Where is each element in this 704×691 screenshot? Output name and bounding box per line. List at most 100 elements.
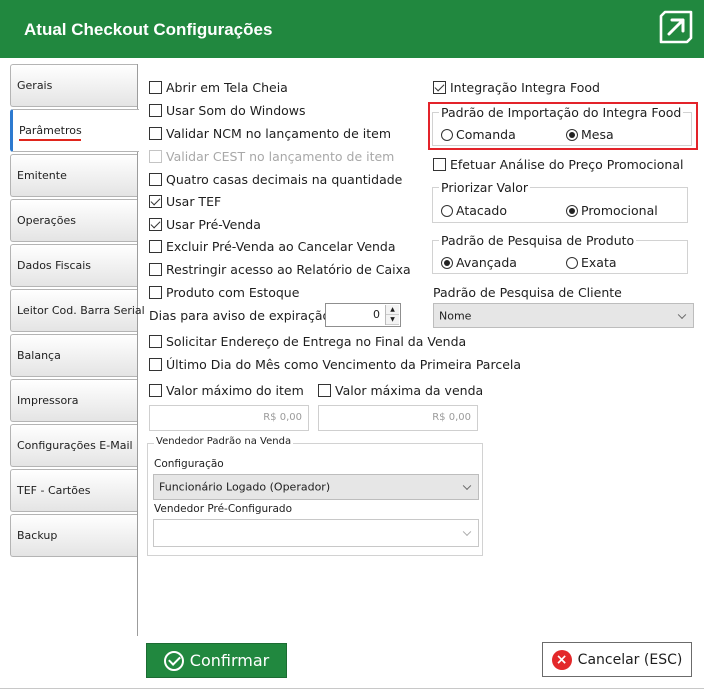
usar-prevenda-checkbox[interactable]: Usar Pré-Venda (149, 217, 261, 232)
ultimo-dia-checkbox[interactable]: Último Dia do Mês como Vencimento da Pri… (149, 357, 521, 372)
spinner-up-icon[interactable]: ▲ (386, 305, 399, 315)
confirm-button[interactable]: Confirmar (146, 643, 287, 678)
group-legend: Vendedor Padrão na Venda (154, 436, 294, 447)
exata-radio[interactable]: Exata (566, 255, 617, 270)
checkbox-box[interactable] (149, 240, 162, 253)
checkbox-label: Validar CEST no lançamento de item (166, 149, 395, 164)
checkbox-label: Usar TEF (166, 194, 222, 209)
active-tab-underline (19, 139, 81, 141)
group-legend: Priorizar Valor (439, 180, 531, 195)
checkbox-label: Produto com Estoque (166, 285, 300, 300)
tela-cheia-checkbox[interactable]: Abrir em Tela Cheia (149, 80, 288, 95)
configuracao-label: Configuração (154, 458, 224, 470)
tab-label: Leitor Cod. Barra Serial (17, 304, 145, 317)
radio-label: Promocional (581, 203, 658, 218)
pesquisa-cliente-select[interactable]: Nome (433, 303, 694, 328)
radio-circle[interactable] (441, 128, 453, 141)
atacado-radio[interactable]: Atacado (441, 203, 507, 218)
checkbox-box[interactable] (433, 81, 446, 94)
spinner-buttons: ▲ ▼ (385, 305, 399, 325)
cancel-button[interactable]: × Cancelar (ESC) (542, 642, 692, 677)
tab-impressora[interactable]: Impressora (10, 379, 137, 422)
radio-label: Comanda (456, 127, 516, 142)
pesquisa-cliente-label: Padrão de Pesquisa de Cliente (433, 285, 622, 300)
radio-label: Mesa (581, 127, 614, 142)
checkbox-box[interactable] (149, 335, 162, 348)
checkbox-box[interactable] (149, 81, 162, 94)
promocional-radio[interactable]: Promocional (566, 203, 658, 218)
checkbox-box[interactable] (149, 127, 162, 140)
radio-circle[interactable] (566, 128, 578, 141)
mesa-radio[interactable]: Mesa (566, 127, 614, 142)
settings-tabs: Gerais Parâmetros Emitente Operações Dad… (10, 64, 145, 636)
produto-estoque-checkbox[interactable]: Produto com Estoque (149, 285, 299, 300)
quatro-casas-checkbox[interactable]: Quatro casas decimais na quantidade (149, 172, 402, 187)
cancel-label: Cancelar (ESC) (577, 651, 683, 668)
tab-gerais[interactable]: Gerais (10, 64, 137, 107)
checkbox-box[interactable] (149, 104, 162, 117)
radio-circle[interactable] (441, 256, 453, 269)
app-header: Atual Checkout Configurações (0, 0, 704, 58)
radio-label: Avançada (456, 255, 517, 270)
close-circle-icon: × (551, 649, 572, 670)
tab-dados-fiscais[interactable]: Dados Fiscais (10, 244, 137, 287)
checkbox-box[interactable] (149, 384, 162, 397)
tab-operacoes[interactable]: Operações (10, 199, 137, 242)
spinner-down-icon[interactable]: ▼ (386, 315, 399, 325)
comanda-radio[interactable]: Comanda (441, 127, 516, 142)
tab-label: Configurações E-Mail (17, 439, 133, 452)
radio-circle[interactable] (566, 204, 578, 217)
checkbox-label: Restringir acesso ao Relatório de Caixa (166, 262, 411, 277)
checkbox-box[interactable] (433, 158, 446, 171)
tab-label: Emitente (17, 169, 67, 182)
dias-aviso-spinner[interactable]: 0 ▲ ▼ (325, 303, 401, 327)
analise-preco-checkbox[interactable]: Efetuar Análise do Preço Promocional (433, 157, 683, 172)
tab-label: TEF - Cartões (17, 484, 91, 497)
restringir-checkbox[interactable]: Restringir acesso ao Relatório de Caixa (149, 262, 411, 277)
checkbox-box[interactable] (149, 218, 162, 231)
tab-backup[interactable]: Backup (10, 514, 137, 557)
tab-leitor-cod-barra[interactable]: Leitor Cod. Barra Serial (10, 289, 145, 332)
tab-parametros[interactable]: Parâmetros (10, 109, 139, 152)
usar-tef-checkbox[interactable]: Usar TEF (149, 194, 221, 209)
tab-balanca[interactable]: Balança (10, 334, 137, 377)
checkbox-box (149, 150, 162, 163)
tab-label: Impressora (17, 394, 79, 407)
tab-label: Backup (17, 529, 58, 542)
checkbox-box[interactable] (318, 384, 331, 397)
vendedor-pre-select[interactable] (153, 519, 479, 547)
validar-cest-checkbox: Validar CEST no lançamento de item (149, 149, 394, 164)
valor-max-venda-checkbox[interactable]: Valor máxima da venda (318, 383, 483, 398)
excluir-prevenda-checkbox[interactable]: Excluir Pré-Venda ao Cancelar Venda (149, 239, 396, 254)
checkbox-label: Usar Som do Windows (166, 103, 306, 118)
integra-food-checkbox[interactable]: Integração Integra Food (433, 80, 600, 95)
check-circle-icon (163, 650, 184, 671)
checkbox-label: Efetuar Análise do Preço Promocional (450, 157, 684, 172)
checkbox-label: Integração Integra Food (450, 80, 600, 95)
validar-ncm-checkbox[interactable]: Validar NCM no lançamento de item (149, 126, 391, 141)
checkbox-label: Quatro casas decimais na quantidade (166, 172, 403, 187)
som-windows-checkbox[interactable]: Usar Som do Windows (149, 103, 306, 118)
valor-max-item-checkbox[interactable]: Valor máximo do item (149, 383, 304, 398)
solicitar-endereco-checkbox[interactable]: Solicitar Endereço de Entrega no Final d… (149, 334, 466, 349)
tab-configuracoes-email[interactable]: Configurações E-Mail (10, 424, 137, 467)
valor-max-item-input[interactable]: R$ 0,00 (149, 405, 309, 431)
tab-label: Gerais (17, 79, 53, 92)
tab-tef-cartoes[interactable]: TEF - Cartões (10, 469, 137, 512)
valor-max-venda-input[interactable]: R$ 0,00 (318, 405, 478, 431)
radio-label: Exata (581, 255, 617, 270)
checkbox-label: Valor máximo do item (166, 383, 304, 398)
tab-emitente[interactable]: Emitente (10, 154, 137, 197)
configuracao-select[interactable]: Funcionário Logado (Operador) (153, 474, 479, 500)
checkbox-label: Validar NCM no lançamento de item (166, 126, 392, 141)
select-value: Funcionário Logado (Operador) (159, 480, 331, 494)
checkbox-box[interactable] (149, 358, 162, 371)
checkbox-box[interactable] (149, 173, 162, 186)
radio-circle[interactable] (441, 204, 453, 217)
checkbox-box[interactable] (149, 286, 162, 299)
avancada-radio[interactable]: Avançada (441, 255, 517, 270)
checkbox-box[interactable] (149, 263, 162, 276)
radio-circle[interactable] (566, 256, 578, 269)
checkbox-label: Excluir Pré-Venda ao Cancelar Venda (166, 239, 396, 254)
checkbox-box[interactable] (149, 195, 162, 208)
